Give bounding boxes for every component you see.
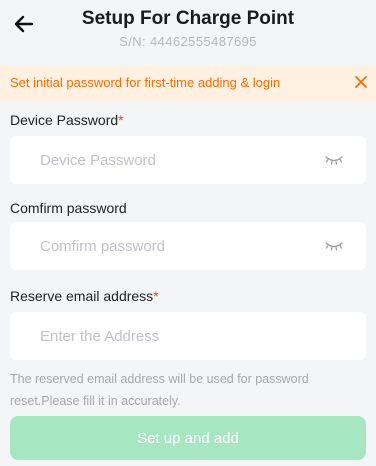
page-title: Setup For Charge Point	[81, 8, 295, 29]
eye-closed-icon[interactable]	[324, 152, 344, 168]
setup-and-add-button[interactable]: Set up and add	[10, 416, 366, 460]
serial-number: S/N: 44462555487695	[119, 34, 257, 49]
eye-closed-icon[interactable]	[324, 238, 344, 254]
required-mark: *	[153, 288, 159, 304]
device-password-input[interactable]	[40, 136, 310, 184]
close-icon	[355, 76, 367, 88]
confirm-password-label: Comfirm password	[10, 200, 127, 216]
device-password-label-text: Device Password	[10, 112, 119, 128]
email-hint: The reserved email address will be used …	[10, 372, 309, 408]
email-field	[10, 312, 366, 360]
required-mark: *	[118, 112, 124, 128]
setup-screen: Setup For Charge Point S/N: 444625554876…	[0, 0, 376, 466]
device-password-field	[10, 136, 366, 184]
banner-close-button[interactable]	[352, 73, 370, 91]
email-label: Reserve email address*	[10, 288, 159, 304]
confirm-password-field	[10, 222, 366, 270]
header: Setup For Charge Point S/N: 444625554876…	[0, 0, 376, 66]
confirm-password-input[interactable]	[40, 222, 310, 270]
notice-banner: Set initial password for first-time addi…	[0, 66, 376, 102]
email-label-text: Reserve email address	[10, 288, 154, 304]
banner-text: Set initial password for first-time addi…	[10, 75, 281, 90]
device-password-label: Device Password*	[10, 112, 124, 128]
email-input[interactable]	[40, 312, 310, 360]
